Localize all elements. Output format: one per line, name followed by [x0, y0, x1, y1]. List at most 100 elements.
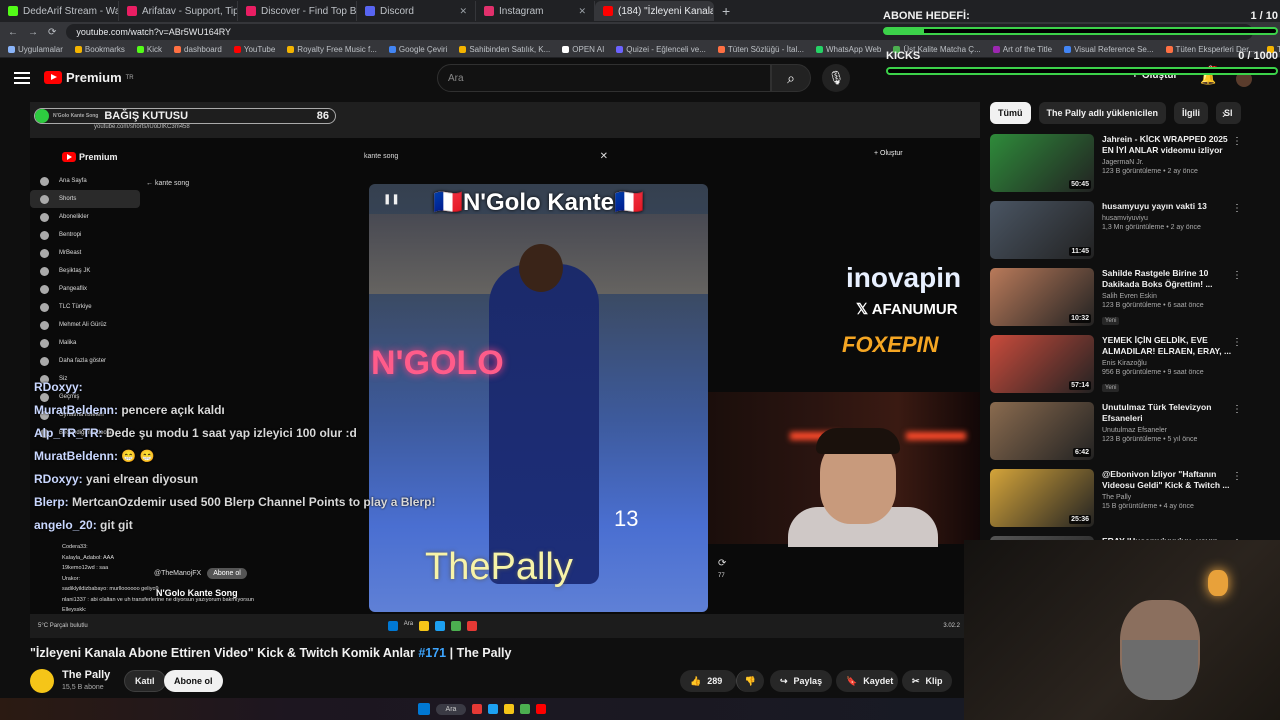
bookmark-item[interactable]: dashboard — [174, 45, 222, 54]
filter-chip[interactable]: The Pally adlı yüklenicilen — [1038, 102, 1167, 124]
bookmark-item[interactable]: Kick — [136, 45, 162, 54]
youtube-logo[interactable]: Premium TR — [44, 70, 134, 85]
pause-icon[interactable]: ❚❚ — [383, 194, 400, 205]
bookmark-item[interactable]: Uygulamalar — [8, 45, 63, 54]
bookmark-item[interactable]: YouTube — [233, 45, 275, 54]
video-player[interactable]: youtube.com/shorts/iUoDIKC3m458 N'Golo K… — [30, 102, 980, 614]
recommendation-channel[interactable]: Unutulmaz Efsaneler — [1102, 427, 1236, 434]
save-button[interactable]: 🔖 Kaydet — [836, 670, 898, 692]
close-icon[interactable]: ✕ — [578, 6, 586, 17]
forward-icon[interactable]: → — [28, 27, 38, 38]
browser-tab[interactable]: Arifatav - Support, Tips & Soun✕ — [119, 1, 238, 21]
chat-username: Alp_TR_TR: — [34, 426, 103, 440]
recommendation-item[interactable]: 57:14 YEMEK İÇİN GELDİK, EVE ALMADILAR! E… — [990, 335, 1248, 402]
like-button[interactable]: 👍 289 — [680, 670, 736, 692]
more-options-icon[interactable]: ⋮ — [1232, 404, 1242, 415]
recommendation-thumbnail[interactable]: 6:42 — [990, 402, 1094, 460]
bookmark-item[interactable]: OPEN AI — [562, 45, 604, 54]
chevron-right-icon[interactable]: › — [1222, 107, 1226, 121]
dislike-button[interactable]: 👎 — [736, 670, 764, 692]
filter-chip[interactable]: İlgili — [1174, 102, 1209, 124]
folder-icon[interactable] — [504, 704, 515, 714]
recommendation-title[interactable]: @Ebonivon İzliyor "Haftanın Videosu Geld… — [1102, 469, 1236, 491]
recommendation-thumbnail[interactable]: 50:45 — [990, 134, 1094, 192]
subscribe-button[interactable]: Abone ol — [164, 670, 223, 692]
inner-back-link: ← kante song — [146, 180, 190, 187]
youtube-icon[interactable] — [536, 704, 547, 714]
recommendation-channel[interactable]: Salih Evren Eskin — [1102, 293, 1236, 300]
recommendation-thumbnail[interactable]: 10:32 — [990, 268, 1094, 326]
channel-name[interactable]: The Pally — [62, 669, 110, 681]
spotify-icon[interactable] — [520, 704, 531, 714]
bookmark-icon — [815, 46, 823, 53]
bookmark-item[interactable]: Google Çeviri — [388, 45, 447, 54]
recommendation-item[interactable]: 25:36 @Ebonivon İzliyor "Haftanın Videosu… — [990, 469, 1248, 536]
bookmark-item[interactable]: Tüten Sözlüğü - İtal... — [717, 45, 804, 54]
recommendation-title[interactable]: YEMEK İÇİN GELDİK, EVE ALMADILAR! ELRAEN… — [1102, 335, 1236, 357]
recommendation-thumbnail[interactable]: 57:14 — [990, 335, 1094, 393]
edge-icon[interactable] — [488, 704, 499, 714]
recommendation-title[interactable]: Unutulmaz Türk Televizyon Efsaneleri — [1102, 402, 1236, 424]
inner-sidebar-item: Ana Sayfa — [30, 172, 140, 190]
recommendation-title[interactable]: Jahrein - KİCK WRAPPED 2025 EN İYİ ANLAR… — [1102, 134, 1236, 156]
recommendation-title[interactable]: Sahilde Rastgele Birine 10 Dakikada Boks… — [1102, 268, 1236, 290]
youtube-play-icon — [44, 71, 62, 84]
join-button[interactable]: Katıl — [124, 670, 166, 692]
reload-icon[interactable]: ⟳ — [48, 27, 56, 38]
recommendation-item[interactable]: 6:42 Unutulmaz Türk Televizyon Efsaneleri… — [990, 402, 1248, 469]
browser-tab[interactable]: Discord ✕ — [357, 1, 476, 21]
close-icon[interactable]: ✕ — [459, 6, 467, 17]
browser-tab[interactable]: (184) "İzleyeni Kanala Abon✕ — [595, 1, 714, 21]
more-options-icon[interactable]: ⋮ — [1232, 203, 1242, 214]
search-input[interactable]: Ara — [437, 64, 771, 92]
bookmark-item[interactable]: Quizei - Eğlenceli ve... — [616, 45, 706, 54]
new-badge: Yeni — [1102, 384, 1120, 392]
recommendation-channel[interactable]: Enis Kirazoğlu — [1102, 360, 1236, 367]
more-options-icon[interactable]: ⋮ — [1232, 471, 1242, 482]
clip-button[interactable]: ✂ Klip — [902, 670, 952, 692]
sidebar-item-icon — [40, 356, 49, 366]
windows-icon[interactable] — [417, 703, 430, 715]
bookmark-item[interactable]: Sahibinden Satılık, K... — [459, 45, 550, 54]
browser-tab[interactable]: Instagram ✕ — [476, 1, 595, 21]
search-button[interactable]: ⌕ — [771, 64, 811, 92]
inner-sidebar-label: Malika — [59, 340, 77, 346]
inner-weather: 5°C Parçalı bulutlu — [38, 623, 88, 629]
recommendation-item[interactable]: 10:32 Sahilde Rastgele Birine 10 Dakikada… — [990, 268, 1248, 335]
more-options-icon[interactable]: ⋮ — [1232, 270, 1242, 281]
donation-icon — [35, 109, 49, 123]
recommendation-thumbnail[interactable]: 11:45 — [990, 201, 1094, 259]
bookmark-item[interactable]: Bookmarks — [74, 45, 125, 54]
mic-icon[interactable]: 🎙 — [822, 64, 850, 92]
bookmark-item[interactable]: Royalty Free Music f... — [287, 45, 377, 54]
browser-tab[interactable]: Discover - Find Top Blerps, Stre✕ — [238, 1, 357, 21]
kicks-goal-value: 0 / 1000 — [1238, 50, 1278, 62]
recommendation-thumbnail[interactable]: 25:36 — [990, 469, 1094, 527]
back-icon[interactable]: ← — [8, 27, 18, 38]
more-options-icon[interactable]: ⋮ — [1232, 136, 1242, 147]
inner-sidebar-label: Abonelikler — [59, 214, 89, 220]
recommendation-channel[interactable]: The Pally — [1102, 494, 1236, 501]
inner-taskbar-search: Ara — [403, 621, 414, 627]
menu-icon[interactable] — [14, 70, 30, 84]
recommendation-info: Jahrein - KİCK WRAPPED 2025 EN İYİ ANLAR… — [1102, 134, 1236, 201]
browser-tab[interactable]: DedeArif Stream - Watch Live o✕ — [0, 1, 119, 21]
sidebar-item-icon — [40, 194, 49, 204]
filter-chip[interactable]: Sl — [1216, 102, 1241, 124]
filter-chip[interactable]: Tümü — [990, 102, 1031, 124]
share-button[interactable]: ↪ Paylaş — [770, 670, 832, 692]
chat-username: MuratBeldenn: — [34, 403, 118, 417]
video-title-hashtag[interactable]: #171 — [418, 646, 446, 660]
recommendation-channel[interactable]: husamviyuviyu — [1102, 215, 1236, 222]
new-tab-icon[interactable]: + — [714, 3, 738, 19]
chrome-icon[interactable] — [472, 704, 483, 714]
recommendation-item[interactable]: 50:45 Jahrein - KİCK WRAPPED 2025 EN İYİ … — [990, 134, 1248, 201]
inner-sidebar-label: Daha fazla göster — [59, 358, 107, 364]
taskbar-search[interactable]: Ara — [435, 703, 467, 715]
recommendation-title[interactable]: husamyuyu yayın vakti 13 — [1102, 201, 1236, 212]
channel-avatar[interactable] — [30, 669, 54, 693]
more-options-icon[interactable]: ⋮ — [1232, 337, 1242, 348]
recommendation-channel[interactable]: JagermaN Jr. — [1102, 159, 1236, 166]
recommendation-item[interactable]: 11:45 husamyuyu yayın vakti 13 husamviyuvi… — [990, 201, 1248, 268]
bookmark-item[interactable]: WhatsApp Web — [815, 45, 881, 54]
